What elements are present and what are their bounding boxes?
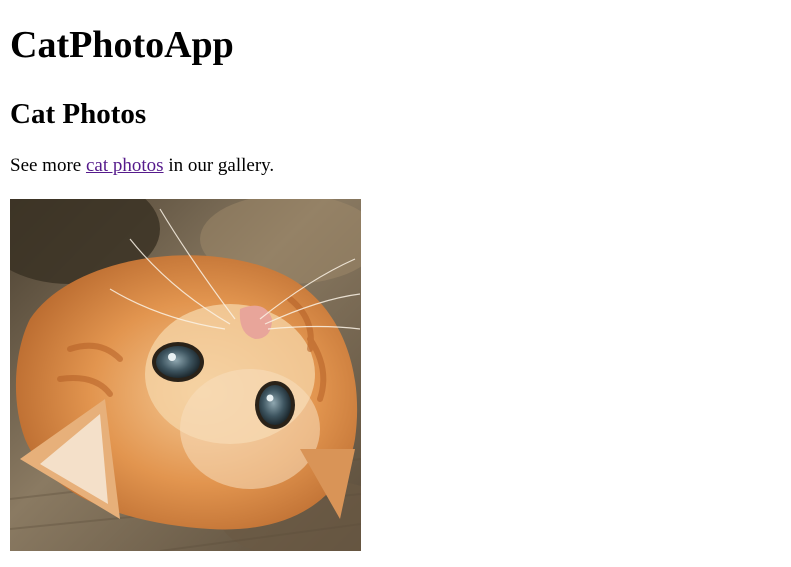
cat-photo-image	[10, 199, 361, 551]
cat-photos-link[interactable]: cat photos	[86, 155, 164, 176]
app-title: CatPhotoApp	[10, 24, 234, 66]
intro-text-before: See more	[10, 155, 86, 176]
intro-text-after: in our gallery.	[163, 155, 275, 176]
section-heading: Cat Photos	[10, 98, 147, 130]
kitten-photo-icon	[10, 199, 361, 551]
gallery-intro-text: See more cat photos in our gallery.	[10, 155, 275, 177]
